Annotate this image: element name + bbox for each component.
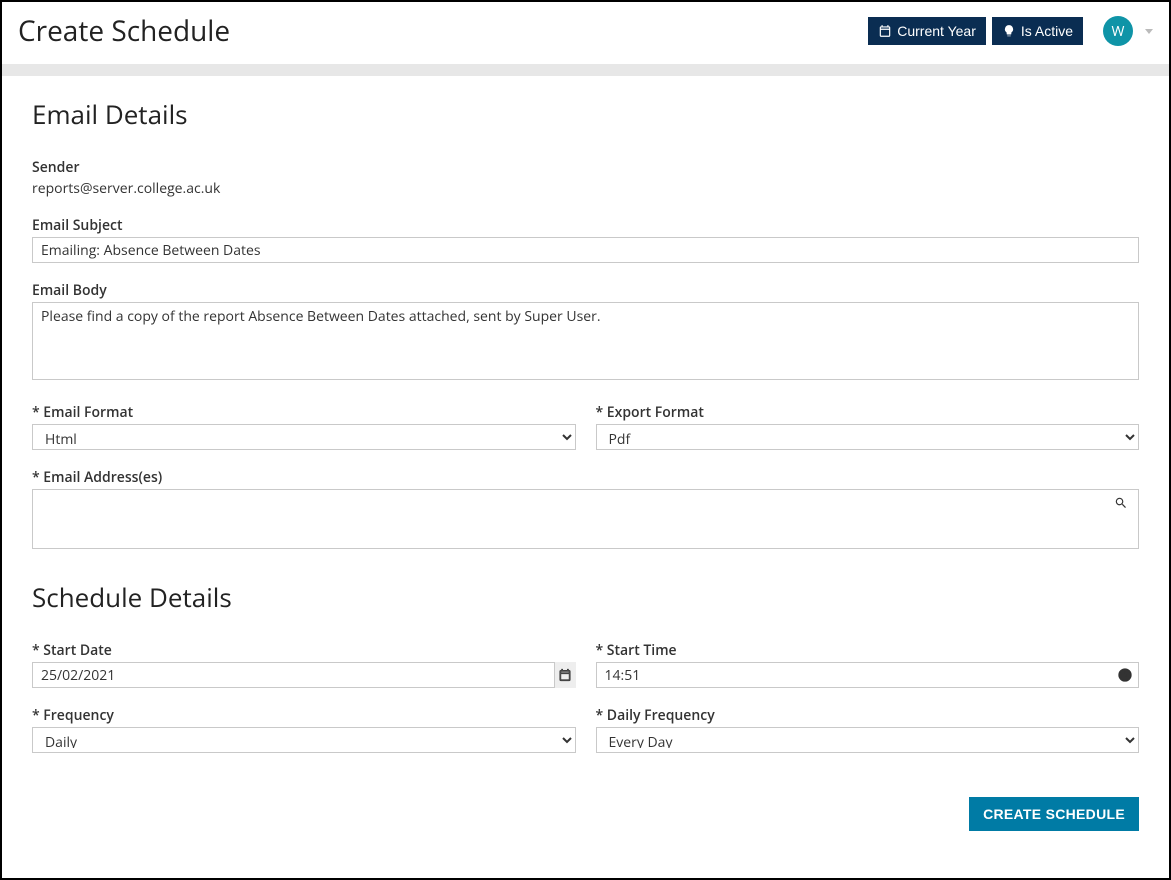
search-icon[interactable] <box>1114 496 1128 510</box>
schedule-details-heading: Schedule Details <box>32 579 1139 615</box>
actions-row: CREATE SCHEDULE <box>32 797 1139 831</box>
subject-input[interactable] <box>32 237 1139 263</box>
body-block: Email Body <box>32 281 1139 385</box>
sender-label: Sender <box>32 158 1139 177</box>
separator <box>2 64 1169 76</box>
page-title: Create Schedule <box>18 12 230 50</box>
email-format-block: * Email Format Html <box>32 403 576 450</box>
body-label: Email Body <box>32 281 1139 300</box>
current-year-button[interactable]: Current Year <box>868 17 986 45</box>
datetime-row: * Start Date * Start Time <box>32 641 1139 706</box>
daily-frequency-select[interactable]: Every Day <box>596 727 1140 753</box>
export-format-block: * Export Format Pdf <box>596 403 1140 450</box>
calendar-icon <box>558 668 572 682</box>
topbar: Create Schedule Current Year Is Active W <box>2 2 1169 64</box>
daily-frequency-label: * Daily Frequency <box>596 706 1140 725</box>
start-date-label: * Start Date <box>32 641 576 660</box>
current-year-label: Current Year <box>897 23 976 39</box>
frequency-label: * Frequency <box>32 706 576 725</box>
frequency-select[interactable]: Daily <box>32 727 576 753</box>
email-details-heading: Email Details <box>32 96 1139 132</box>
clock-icon[interactable] <box>1117 667 1133 683</box>
avatar[interactable]: W <box>1103 16 1133 46</box>
create-schedule-button[interactable]: CREATE SCHEDULE <box>969 797 1139 831</box>
email-format-select[interactable]: Html <box>32 424 576 450</box>
addresses-input[interactable] <box>32 489 1139 549</box>
frequency-block: * Frequency Daily <box>32 706 576 753</box>
start-date-block: * Start Date <box>32 641 576 688</box>
start-time-label: * Start Time <box>596 641 1140 660</box>
export-format-select[interactable]: Pdf <box>596 424 1140 450</box>
daily-frequency-block: * Daily Frequency Every Day <box>596 706 1140 753</box>
subject-block: Email Subject <box>32 216 1139 263</box>
frequency-row: * Frequency Daily * Daily Frequency Ever… <box>32 706 1139 771</box>
start-time-block: * Start Time <box>596 641 1140 688</box>
addresses-block: * Email Address(es) <box>32 468 1139 549</box>
lightbulb-icon <box>1002 24 1016 38</box>
calendar-picker-button[interactable] <box>554 662 576 688</box>
start-time-input[interactable] <box>596 662 1140 688</box>
sender-block: Sender reports@server.college.ac.uk <box>32 158 1139 198</box>
main-card: Email Details Sender reports@server.coll… <box>12 76 1159 859</box>
calendar-icon <box>878 24 892 38</box>
chevron-down-icon[interactable] <box>1145 29 1153 34</box>
subject-label: Email Subject <box>32 216 1139 235</box>
is-active-button[interactable]: Is Active <box>992 17 1083 45</box>
start-date-input[interactable] <box>32 662 576 688</box>
addresses-label: * Email Address(es) <box>32 468 1139 487</box>
is-active-label: Is Active <box>1021 23 1073 39</box>
topbar-right: Current Year Is Active W <box>868 16 1153 46</box>
export-format-label: * Export Format <box>596 403 1140 422</box>
email-format-label: * Email Format <box>32 403 576 422</box>
sender-value: reports@server.college.ac.uk <box>32 179 220 198</box>
body-textarea[interactable] <box>32 302 1139 380</box>
format-row: * Email Format Html * Export Format Pdf <box>32 403 1139 468</box>
